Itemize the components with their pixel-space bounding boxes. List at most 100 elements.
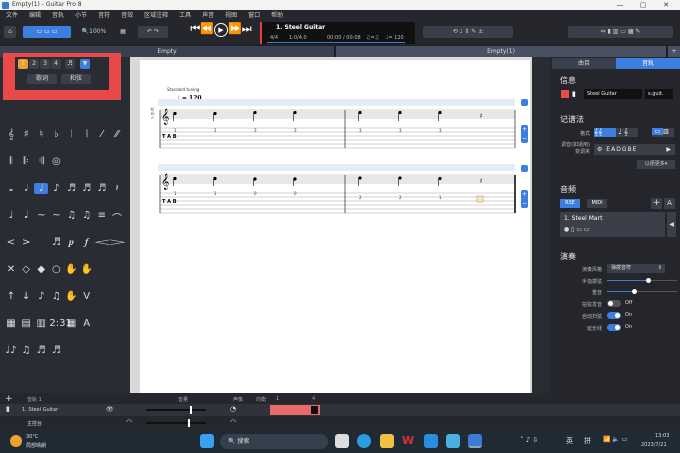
palette-tool-icon[interactable]: A	[80, 318, 94, 329]
palette-tool-icon[interactable]	[80, 156, 94, 167]
palette-tool-icon[interactable]	[110, 156, 124, 167]
palette-tool-icon[interactable]: <	[4, 237, 18, 248]
staff-zoom-buttons[interactable]: +−	[521, 125, 528, 143]
palette-tool-icon[interactable]	[80, 345, 94, 356]
palette-tool-icon[interactable]	[110, 318, 124, 329]
palette-tool-icon[interactable]: ♬	[95, 183, 109, 194]
zoom-control[interactable]: 🔍100%	[77, 26, 111, 38]
palette-tool-icon[interactable]: ♬	[49, 345, 63, 356]
palette-tool-icon[interactable]: ○	[49, 264, 63, 275]
eye-icon[interactable]: 👁	[106, 406, 114, 413]
tray-icons[interactable]: ˄ ♪ ⇩	[520, 436, 538, 444]
explorer-icon[interactable]	[380, 434, 394, 448]
track-row[interactable]: ▮ 1. Steel Guitar 👁 ◔	[0, 404, 680, 416]
master-volume-handle[interactable]	[188, 419, 190, 427]
palette-tool-icon[interactable]: 𝅝	[4, 183, 18, 194]
palette-tool-icon[interactable]: 𝄆	[19, 156, 33, 167]
menu-effects[interactable]: 音效	[121, 10, 133, 22]
palette-tool-icon[interactable]: 𝆑	[80, 237, 94, 248]
current-bar-block[interactable]	[311, 406, 318, 414]
palette-tool-icon[interactable]: ~	[34, 210, 48, 225]
tuning-selector[interactable]: ⚙ EADGBE ▶	[594, 144, 675, 155]
palette-tool-icon[interactable]	[110, 291, 124, 302]
tab-empty-1[interactable]: Empty(1)	[336, 46, 666, 57]
instrument-icon[interactable]: ▮	[572, 90, 580, 98]
filter-icon[interactable]: ▼	[80, 59, 90, 69]
palette-tool-icon[interactable]: ◎	[49, 156, 63, 167]
palette-tool-icon[interactable]	[34, 237, 48, 248]
palette-tool-icon[interactable]: ◇	[19, 264, 33, 275]
maximize-button[interactable]: ▢	[633, 0, 653, 10]
palette-tool-icon[interactable]: 𝄃	[4, 156, 18, 167]
palette-tool-icon[interactable]: ◆	[34, 264, 48, 275]
palette-tool-icon[interactable]: ▥	[34, 318, 48, 329]
guitarpro-taskbar-icon[interactable]	[468, 434, 482, 448]
palette-tool-icon[interactable]: ~	[49, 210, 63, 225]
palette-tool-icon[interactable]: ♭	[49, 129, 63, 140]
chords-button[interactable]: 和弦	[61, 74, 91, 84]
fingering-slider[interactable]	[607, 278, 677, 283]
palette-tool-icon[interactable]	[65, 156, 79, 167]
pan-knob-icon[interactable]: ◔	[230, 405, 236, 413]
menu-file[interactable]: 文件	[6, 10, 18, 22]
track-name-field[interactable]: Steel Guitar	[584, 89, 642, 99]
rse-tab[interactable]: RSE	[560, 199, 580, 208]
menu-track[interactable]: 音轨	[52, 10, 64, 22]
palette-tool-icon[interactable]: ♫	[65, 210, 79, 225]
palette-tool-icon[interactable]: 𝄀	[65, 129, 79, 140]
vertical-scrollbar[interactable]	[532, 57, 550, 393]
taskview-icon[interactable]	[335, 434, 349, 448]
home-icon[interactable]: ⌂	[4, 26, 16, 38]
palette-tool-icon[interactable]: 𝄞	[4, 129, 18, 140]
palette-tool-icon[interactable]: ♬	[34, 345, 48, 356]
menu-section[interactable]: 区域注释	[144, 10, 168, 22]
style-select[interactable]: 弹拨音符 ⇕	[607, 264, 665, 273]
palette-tool-icon[interactable]: ≡	[95, 210, 109, 225]
palette-tool-icon[interactable]: ♪	[49, 183, 63, 194]
palette-tool-icon[interactable]	[95, 156, 109, 167]
palette-tool-icon[interactable]: ↓	[19, 291, 33, 302]
sound-slot[interactable]: 1. Steel Mart ● ▯ ▭ ▭	[560, 212, 665, 237]
weather-icon[interactable]	[10, 435, 22, 447]
network-sound-battery-icons[interactable]: 📶 🔈 ▭	[603, 436, 627, 443]
menu-window[interactable]: 窗口	[248, 10, 260, 22]
notes-icon[interactable]	[446, 434, 460, 448]
palette-tool-icon[interactable]: ⌒	[110, 210, 124, 225]
palette-tool-icon[interactable]: ▤	[19, 318, 33, 329]
palette-tool-icon[interactable]: 𝅗𝅥	[19, 183, 33, 194]
system-options-button[interactable]	[521, 99, 528, 106]
more-button[interactable]: 以便更多▾	[637, 160, 675, 169]
voice-4-button[interactable]: 4	[51, 59, 61, 69]
voice-3-button[interactable]: 3	[40, 59, 50, 69]
palette-tool-icon[interactable]: ♯	[19, 129, 33, 140]
score-notation[interactable]: 𝄞T A B1 1 3 3 3 3 3𝄽𝄞T A B1 1 0 02 2 1𝄽	[140, 60, 530, 393]
search-box[interactable]: 🔍 搜索	[220, 434, 328, 449]
midi-tab[interactable]: MIDI	[587, 199, 607, 208]
multivoice-icon[interactable]: ♬	[65, 59, 75, 69]
palette-tool-icon[interactable]: ⁄⁄	[110, 129, 124, 140]
new-tab-button[interactable]: +	[668, 46, 680, 57]
palette-tool-icon[interactable]: ▦	[4, 318, 18, 329]
auto-strum-toggle[interactable]	[607, 312, 621, 319]
staff-zoom-buttons[interactable]: +−	[521, 190, 528, 208]
palette-tool-icon[interactable]	[95, 291, 109, 302]
volume-slider[interactable]	[146, 409, 206, 411]
palette-tool-icon[interactable]: ✋	[65, 264, 79, 275]
master-volume-slider[interactable]	[146, 422, 206, 424]
palette-tool-icon[interactable]: 𝆓	[110, 237, 125, 248]
close-button[interactable]: ✕	[656, 0, 676, 10]
menu-help[interactable]: 帮助	[271, 10, 283, 22]
palette-tool-icon[interactable]: ✋	[80, 264, 94, 275]
palette-tool-icon[interactable]: 𝄽	[110, 183, 124, 194]
short-name-field[interactable]: s.guit.	[645, 89, 673, 99]
palette-tool-icon[interactable]: ✕	[4, 264, 18, 275]
notation-format-buttons[interactable]: 𝄞𝄞 ♩ 𝄞	[594, 128, 638, 137]
add-sound-button[interactable]: +	[651, 198, 662, 209]
palette-tool-icon[interactable]: ✋	[65, 291, 79, 302]
palm-toggle[interactable]	[607, 300, 621, 307]
palette-tool-icon[interactable]: ♩	[4, 210, 18, 225]
ime-mode[interactable]: 英	[566, 436, 573, 446]
palette-tool-icon[interactable]: 𝆏	[65, 237, 79, 248]
palette-tool-icon[interactable]: ⁄	[95, 129, 109, 140]
voice-2-button[interactable]: 2	[29, 59, 39, 69]
